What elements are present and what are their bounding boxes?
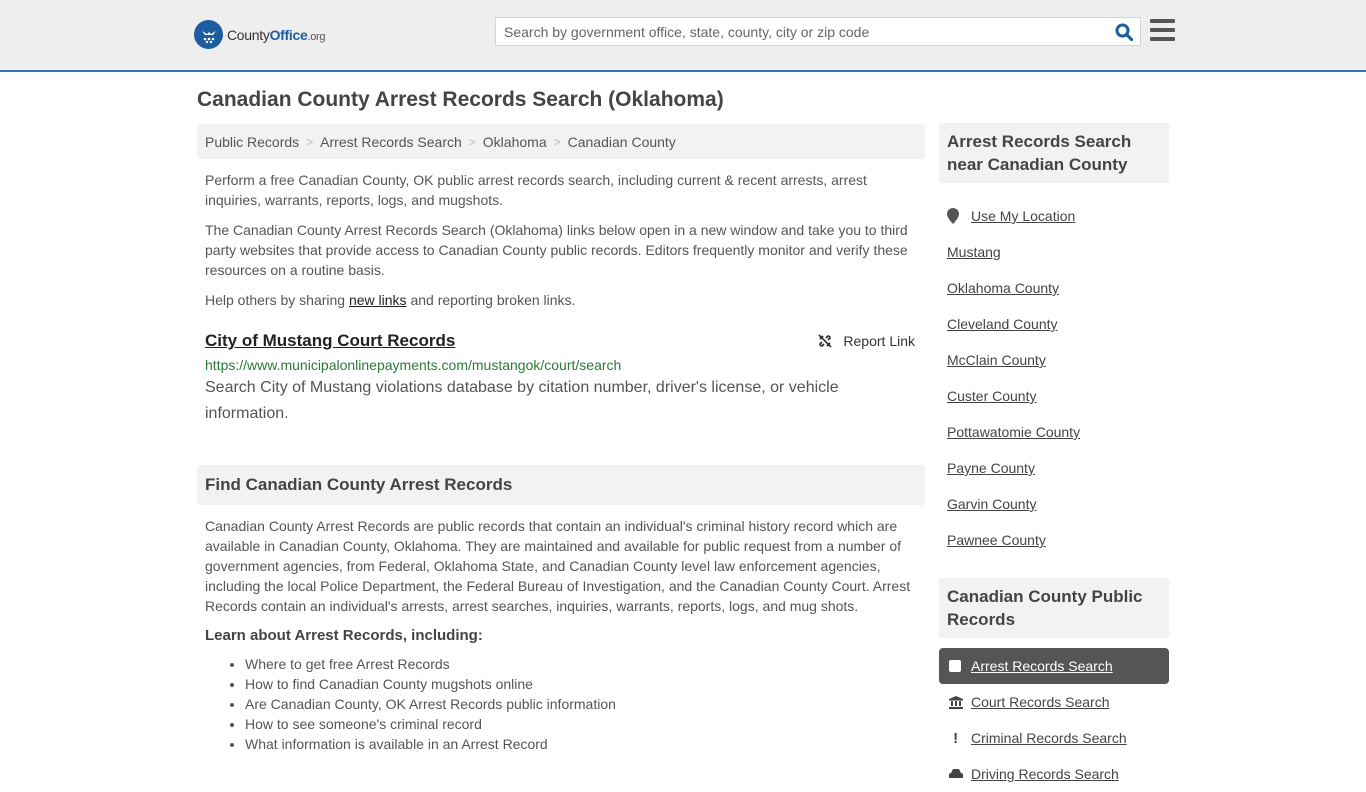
logo-office: Office xyxy=(269,26,308,43)
new-links-link[interactable]: new links xyxy=(349,292,407,308)
public-record-item-arrest[interactable]: Arrest Records Search xyxy=(939,648,1169,684)
search-button[interactable] xyxy=(1108,18,1140,45)
public-record-link[interactable]: Court Records Search xyxy=(971,694,1110,710)
public-record-item-criminal[interactable]: ! Criminal Records Search xyxy=(939,720,1169,756)
share-text-end: and reporting broken links. xyxy=(406,292,576,308)
logo-county: County xyxy=(227,26,270,43)
public-record-item-court[interactable]: Court Records Search xyxy=(939,684,1169,720)
record-title-link[interactable]: City of Mustang Court Records xyxy=(205,331,455,350)
public-record-link[interactable]: Driving Records Search xyxy=(971,766,1119,782)
nearby-link-garvin-county[interactable]: Garvin County xyxy=(947,496,1036,512)
share-paragraph: Help others by sharing new links and rep… xyxy=(197,290,925,310)
site-header: CountyOffice.org xyxy=(0,0,1366,72)
logo-text: CountyOffice.org xyxy=(227,26,326,43)
report-link-label: Report Link xyxy=(843,333,915,349)
learn-list: Where to get free Arrest Records How to … xyxy=(197,654,925,754)
nearby-item: McClain County xyxy=(939,342,1169,378)
breadcrumb: Public Records > Arrest Records Search >… xyxy=(197,124,925,159)
main-content: Public Records > Arrest Records Search >… xyxy=(197,124,925,754)
public-records-list: Arrest Records Search Court Records Sear… xyxy=(939,648,1169,792)
breadcrumb-separator: > xyxy=(306,134,314,149)
nearby-heading: Arrest Records Search near Canadian Coun… xyxy=(939,123,1169,183)
logo-eagle-icon xyxy=(194,20,223,49)
share-text: Help others by sharing xyxy=(205,292,349,308)
map-pin-icon xyxy=(947,208,971,224)
site-logo[interactable]: CountyOffice.org xyxy=(194,20,326,49)
broken-link-icon xyxy=(818,334,832,348)
nearby-link-mcclain-county[interactable]: McClain County xyxy=(947,352,1046,368)
sidebar: Arrest Records Search near Canadian Coun… xyxy=(939,123,1169,792)
hamburger-menu-icon[interactable] xyxy=(1150,19,1175,41)
courthouse-icon xyxy=(949,695,971,709)
public-records-heading: Canadian County Public Records xyxy=(939,578,1169,638)
exclamation-icon: ! xyxy=(949,729,959,747)
nearby-item: Garvin County xyxy=(939,486,1169,522)
nearby-link-mustang[interactable]: Mustang xyxy=(947,244,1001,260)
public-record-link[interactable]: Criminal Records Search xyxy=(971,730,1127,746)
learn-item: Are Canadian County, OK Arrest Records p… xyxy=(245,694,925,714)
breadcrumb-separator: > xyxy=(468,134,476,149)
nearby-link-custer-county[interactable]: Custer County xyxy=(947,388,1036,404)
nearby-list: Use My Location Mustang Oklahoma County … xyxy=(939,198,1169,558)
nearby-link-pottawatomie-county[interactable]: Pottawatomie County xyxy=(947,424,1080,440)
find-paragraph: Canadian County Arrest Records are publi… xyxy=(205,518,911,614)
page-title: Canadian County Arrest Records Search (O… xyxy=(197,88,724,111)
nearby-item: Pawnee County xyxy=(939,522,1169,558)
use-my-location-item: Use My Location xyxy=(939,198,1169,234)
car-icon xyxy=(949,768,971,780)
learn-item: How to see someone's criminal record xyxy=(245,714,925,734)
record-description: Search City of Mustang violations databa… xyxy=(205,379,839,422)
nearby-link-pawnee-county[interactable]: Pawnee County xyxy=(947,532,1046,548)
nearby-item: Custer County xyxy=(939,378,1169,414)
public-record-item-driving[interactable]: Driving Records Search xyxy=(939,756,1169,792)
breadcrumb-oklahoma[interactable]: Oklahoma xyxy=(483,134,547,150)
breadcrumb-canadian-county: Canadian County xyxy=(567,133,676,150)
intro-paragraph: Perform a free Canadian County, OK publi… xyxy=(205,172,867,208)
search-icon xyxy=(1115,23,1133,41)
record-url: https://www.municipalonlinepayments.com/… xyxy=(205,357,622,373)
disclaimer-paragraph: The Canadian County Arrest Records Searc… xyxy=(205,222,908,278)
nearby-item: Pottawatomie County xyxy=(939,414,1169,450)
nearby-link-cleveland-county[interactable]: Cleveland County xyxy=(947,316,1058,332)
square-icon xyxy=(949,660,971,672)
use-my-location-link[interactable]: Use My Location xyxy=(971,208,1075,224)
learn-item: Where to get free Arrest Records xyxy=(245,654,925,674)
breadcrumb-public-records[interactable]: Public Records xyxy=(205,134,299,150)
section-heading: Find Canadian County Arrest Records xyxy=(197,465,925,505)
nearby-link-oklahoma-county[interactable]: Oklahoma County xyxy=(947,280,1059,296)
nearby-item: Oklahoma County xyxy=(939,270,1169,306)
breadcrumb-arrest-records-search[interactable]: Arrest Records Search xyxy=(320,134,462,150)
learn-heading: Learn about Arrest Records, including: xyxy=(205,627,483,644)
logo-org: .org xyxy=(307,30,326,43)
public-record-link[interactable]: Arrest Records Search xyxy=(971,658,1113,674)
learn-item: What information is available in an Arre… xyxy=(245,734,925,754)
search-box xyxy=(495,17,1141,46)
nearby-item: Cleveland County xyxy=(939,306,1169,342)
nearby-item: Mustang xyxy=(939,234,1169,270)
report-link-button[interactable]: Report Link xyxy=(817,333,915,349)
search-input[interactable] xyxy=(496,18,1108,45)
record-listing: City of Mustang Court Records Report Lin… xyxy=(197,331,925,427)
nearby-link-payne-county[interactable]: Payne County xyxy=(947,460,1035,476)
nearby-item: Payne County xyxy=(939,450,1169,486)
learn-item: How to find Canadian County mugshots onl… xyxy=(245,674,925,694)
breadcrumb-separator: > xyxy=(553,134,561,149)
